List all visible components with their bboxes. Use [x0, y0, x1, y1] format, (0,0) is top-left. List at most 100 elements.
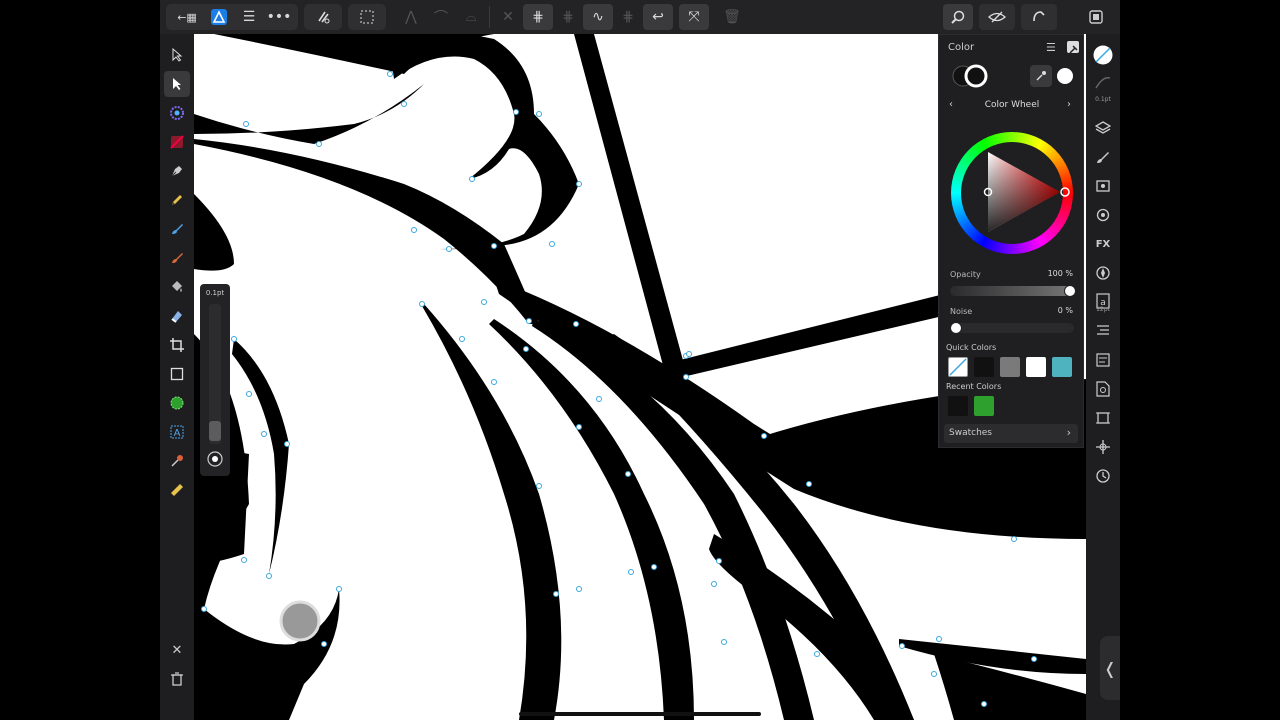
- appearance-icon[interactable]: [1092, 204, 1114, 226]
- magnet-icon[interactable]: [308, 4, 338, 30]
- pressure-icon[interactable]: [206, 450, 224, 468]
- view-mode-icon[interactable]: [979, 4, 1015, 30]
- quick-color-swatch[interactable]: [948, 357, 968, 377]
- transform-icon[interactable]: ⤧: [679, 4, 709, 30]
- close-curve-icon[interactable]: ⋕: [613, 4, 643, 30]
- fill-tool-icon[interactable]: [164, 274, 190, 300]
- constraints-icon[interactable]: [1092, 407, 1114, 429]
- shape-tool-icon[interactable]: [164, 390, 190, 416]
- eraser-tool-icon[interactable]: [164, 303, 190, 329]
- toolbar-group-document: ←▦ ☰ •••: [166, 4, 298, 30]
- snapping-panel-icon[interactable]: [1092, 436, 1114, 458]
- fill-stroke-icon[interactable]: [1092, 44, 1114, 66]
- quick-color-swatch[interactable]: [1052, 357, 1072, 377]
- text-size-label: 12pt: [1096, 306, 1110, 313]
- pencil-tool-icon[interactable]: [164, 187, 190, 213]
- brush-size-label: 0.1pt: [205, 289, 225, 297]
- swatches-button[interactable]: Swatches ›: [944, 424, 1078, 443]
- paragraph-icon[interactable]: [1092, 320, 1114, 342]
- affinity-logo-icon[interactable]: [204, 4, 234, 30]
- toolbar-group-selection: [348, 4, 386, 30]
- panel-collapse-handle[interactable]: ❬: [1100, 636, 1120, 700]
- marquee-icon[interactable]: [352, 4, 382, 30]
- close-icon[interactable]: ✕: [164, 637, 190, 663]
- rectangle-tool-icon[interactable]: [164, 361, 190, 387]
- noise-slider-thumb[interactable]: [950, 322, 962, 334]
- layers-icon[interactable]: [1092, 117, 1114, 139]
- chevron-right-icon: ›: [1066, 426, 1071, 439]
- brush-size-thumb[interactable]: [209, 421, 221, 441]
- node-tool-icon[interactable]: [164, 71, 190, 97]
- svg-text:A: A: [174, 428, 181, 439]
- effects-icon[interactable]: FX: [1092, 233, 1114, 255]
- stroke-width-label: 0.1pt: [1095, 96, 1111, 103]
- panel-menu-icon[interactable]: ☰: [1046, 41, 1056, 54]
- quick-color-swatch[interactable]: [974, 357, 994, 377]
- toolbar-right-group: [943, 4, 1111, 30]
- more-dots-icon[interactable]: •••: [264, 4, 294, 30]
- corner-tool-icon[interactable]: [164, 100, 190, 126]
- noise-label: Noise: [950, 307, 973, 316]
- current-color-well[interactable]: [1057, 68, 1073, 84]
- smart-node-icon[interactable]: ⌓: [456, 4, 486, 30]
- join-curves-icon[interactable]: ⋕: [523, 4, 553, 30]
- crop-tool-icon[interactable]: [164, 332, 190, 358]
- opacity-slider[interactable]: [950, 286, 1074, 296]
- smooth-curve-icon[interactable]: ∿: [583, 4, 613, 30]
- assistant-icon[interactable]: [1021, 4, 1057, 30]
- paint-brush-tool-icon[interactable]: [164, 245, 190, 271]
- opacity-value: 100 %: [1047, 269, 1073, 278]
- fill-stroke-wells[interactable]: [950, 63, 990, 89]
- trash-icon[interactable]: [164, 666, 190, 692]
- history-icon[interactable]: [1092, 465, 1114, 487]
- opacity-label: Opacity: [950, 270, 981, 279]
- eyedropper-icon[interactable]: [1030, 65, 1052, 87]
- noise-slider[interactable]: [950, 323, 1074, 333]
- swatches-label: Swatches: [949, 428, 992, 438]
- top-toolbar: ←▦ ☰ ••• ⋀ ⌒ ⌓ ✕ ⋕ ⋕ ∿ ⋕ ↩ ⤧ 🗑: [160, 0, 1120, 34]
- affinity-app: ←▦ ☰ ••• ⋀ ⌒ ⌓ ✕ ⋕ ⋕ ∿ ⋕ ↩ ⤧ 🗑 A ✕ 0.1pt…: [160, 0, 1120, 720]
- transform-panel-icon[interactable]: [1092, 175, 1114, 197]
- color-picker-tool-icon[interactable]: [164, 448, 190, 474]
- color-mode-label[interactable]: Color Wheel: [939, 100, 1085, 110]
- delete-node-icon[interactable]: 🗑: [717, 4, 747, 30]
- character-icon[interactable]: [1092, 349, 1114, 371]
- quick-color-swatch[interactable]: [1000, 357, 1020, 377]
- recent-color-swatch[interactable]: [974, 396, 994, 416]
- zoom-view-icon[interactable]: [943, 4, 973, 30]
- document-settings-icon[interactable]: [1092, 378, 1114, 400]
- action-undo-curve-icon[interactable]: ↩: [643, 4, 673, 30]
- home-indicator: [519, 712, 761, 716]
- divider: [489, 6, 490, 28]
- hamburger-icon[interactable]: ☰: [234, 4, 264, 30]
- color-wheel[interactable]: [951, 132, 1073, 254]
- vector-brush-tool-icon[interactable]: [164, 216, 190, 242]
- color-mode-next-icon[interactable]: ›: [1067, 99, 1071, 110]
- navigator-icon[interactable]: [1092, 262, 1114, 284]
- touch-cursor: [279, 600, 321, 642]
- color-panel: Color ☰ ‹ Color Wheel › Opacity 100 % No…: [938, 34, 1084, 448]
- back-grid-icon[interactable]: ←▦: [170, 4, 204, 30]
- smooth-node-icon[interactable]: ⌒: [426, 4, 456, 30]
- quick-colors-label: Quick Colors: [946, 343, 997, 352]
- tools-panel: A ✕: [160, 34, 194, 720]
- pen-tool-icon[interactable]: [164, 158, 190, 184]
- recent-color-swatch[interactable]: [948, 396, 968, 416]
- move-tool-icon[interactable]: [164, 42, 190, 68]
- saturation-triangle[interactable]: [951, 132, 1073, 254]
- color-panel-title: Color: [948, 42, 975, 53]
- artistic-text-tool-icon[interactable]: A: [164, 419, 190, 445]
- sharp-node-icon[interactable]: ⋀: [396, 4, 426, 30]
- brushes-icon[interactable]: [1092, 146, 1114, 168]
- export-persona-icon[interactable]: [1081, 4, 1111, 30]
- opacity-slider-thumb[interactable]: [1064, 285, 1076, 297]
- break-curve-icon[interactable]: ✕: [493, 4, 523, 30]
- reverse-curve-icon[interactable]: ⋕: [553, 4, 583, 30]
- measure-tool-icon[interactable]: [164, 477, 190, 503]
- brush-size-panel: 0.1pt: [200, 284, 230, 476]
- gradient-tool-icon[interactable]: [164, 129, 190, 155]
- quick-color-swatch[interactable]: [1026, 357, 1046, 377]
- pin-icon[interactable]: [1067, 41, 1079, 54]
- toolbar-group-snapping: [304, 4, 342, 30]
- stroke-icon[interactable]: [1092, 72, 1114, 94]
